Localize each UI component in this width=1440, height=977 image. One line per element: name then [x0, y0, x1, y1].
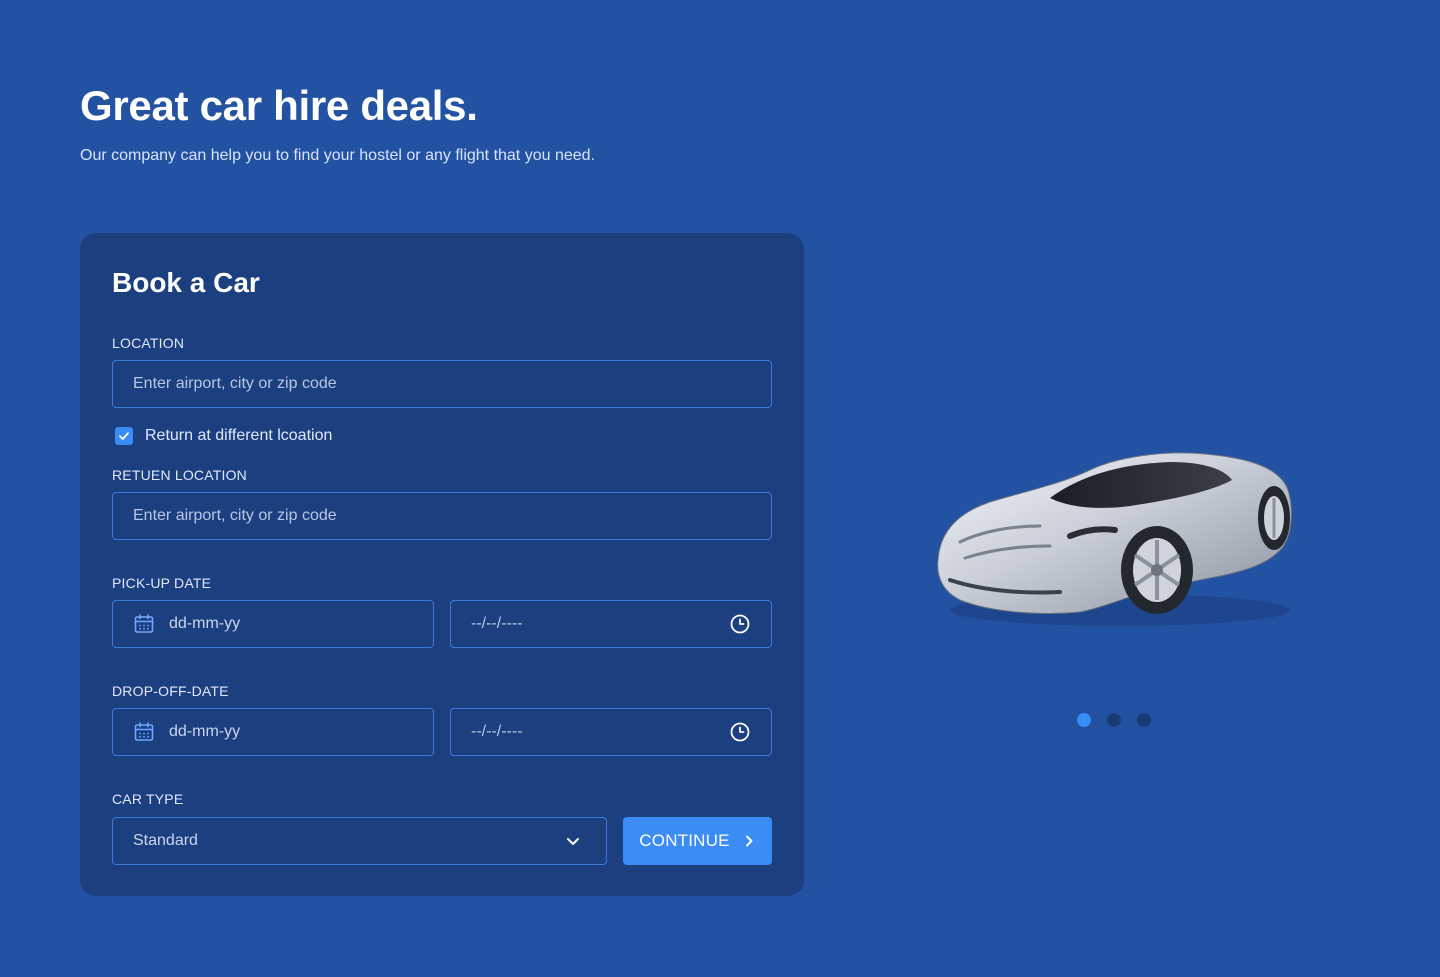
form-title: Book a Car: [112, 267, 260, 298]
calendar-icon: [133, 721, 155, 743]
check-icon: [119, 432, 129, 440]
pickup-time-placeholder: --/--/----: [471, 615, 523, 632]
clock-icon[interactable]: [729, 721, 751, 743]
car-type-label: CAR TYPE: [112, 791, 184, 807]
dropoff-time-input[interactable]: --/--/----: [450, 708, 772, 756]
calendar-icon: [133, 613, 155, 635]
location-label: LOCATION: [112, 335, 185, 351]
carousel-dot-1[interactable]: [1077, 713, 1091, 727]
dropoff-date-label: DROP-OFF-DATE: [112, 683, 229, 699]
continue-label: CONTINUE: [639, 831, 730, 850]
chevron-down-icon: [564, 832, 582, 850]
carousel-dot-3[interactable]: [1137, 713, 1151, 727]
pickup-date-placeholder: dd-mm-yy: [169, 615, 241, 632]
return-different-location-checkbox[interactable]: [115, 427, 133, 445]
location-placeholder: Enter airport, city or zip code: [133, 375, 337, 392]
carousel-dot-2[interactable]: [1107, 713, 1121, 727]
continue-button[interactable]: CONTINUE: [623, 817, 772, 865]
return-location-placeholder: Enter airport, city or zip code: [133, 507, 337, 524]
clock-icon[interactable]: [729, 613, 751, 635]
dropoff-time-placeholder: --/--/----: [471, 723, 523, 740]
return-location-label: RETUEN LOCATION: [112, 467, 247, 483]
chevron-right-icon: [745, 835, 753, 847]
dropoff-date-input[interactable]: dd-mm-yy: [112, 708, 434, 756]
location-input[interactable]: Enter airport, city or zip code: [112, 360, 772, 408]
pickup-date-label: PICK-UP DATE: [112, 575, 212, 591]
pickup-time-input[interactable]: --/--/----: [450, 600, 772, 648]
return-different-location-label: Return at different lcoation: [145, 427, 333, 444]
dropoff-date-placeholder: dd-mm-yy: [169, 723, 241, 740]
pickup-date-input[interactable]: dd-mm-yy: [112, 600, 434, 648]
page-subtitle: Our company can help you to find your ho…: [80, 147, 595, 164]
car-type-select[interactable]: Standard: [112, 817, 607, 865]
booking-form-card: Book a Car LOCATION Enter airport, city …: [80, 233, 804, 896]
carousel-indicators: [1077, 713, 1151, 727]
return-different-location-row[interactable]: Return at different lcoation: [115, 427, 332, 445]
car-image: [920, 440, 1310, 640]
page-title: Great car hire deals.: [80, 82, 478, 129]
car-type-selected: Standard: [133, 832, 198, 849]
return-location-input[interactable]: Enter airport, city or zip code: [112, 492, 772, 540]
